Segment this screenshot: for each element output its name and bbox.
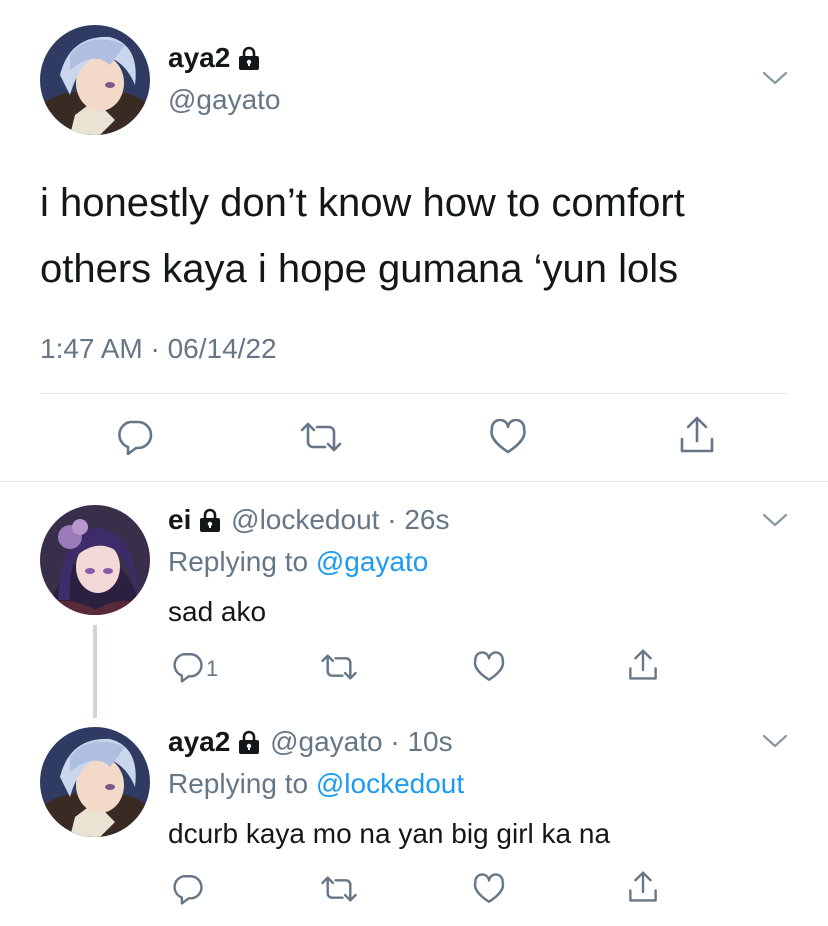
lock-icon: [197, 507, 223, 539]
chevron-down-icon[interactable]: [762, 70, 788, 91]
handle[interactable]: @gayato: [168, 84, 281, 116]
avatar-aya2-reply[interactable]: [40, 727, 150, 837]
chevron-down-icon[interactable]: [762, 512, 788, 533]
reply-icon[interactable]: [170, 651, 204, 688]
reply-icon[interactable]: [114, 419, 154, 460]
replying-to-label: Replying to: [168, 768, 309, 799]
divider: [40, 393, 788, 394]
timestamp: · 10s: [390, 726, 453, 757]
share-icon[interactable]: [627, 870, 659, 909]
reply-icon[interactable]: [170, 873, 204, 910]
reply-text: sad ako: [168, 596, 267, 627]
tweet-text-line-2: others kaya i hope gumana ‘yun lols: [40, 247, 679, 291]
replying-to: Replying to @lockedout: [168, 768, 464, 800]
timestamp[interactable]: 1:47 AM · 06/14/22: [40, 333, 277, 365]
replying-to-label: Replying to: [168, 546, 309, 577]
heart-icon[interactable]: [488, 418, 528, 460]
divider: [0, 481, 828, 482]
reply-count: 1: [206, 656, 219, 681]
timestamp: · 26s: [387, 504, 450, 535]
display-name-text[interactable]: aya2: [168, 42, 230, 73]
replying-to-link[interactable]: @lockedout: [316, 768, 464, 799]
heart-icon[interactable]: [472, 651, 506, 688]
replying-to-link[interactable]: @gayato: [316, 546, 429, 577]
handle[interactable]: @gayato: [270, 726, 383, 757]
thread-line: [93, 625, 97, 718]
share-icon[interactable]: [678, 415, 716, 460]
handle[interactable]: @lockedout: [231, 504, 379, 535]
reply-header: aya2 @gayato · 10s: [168, 726, 453, 761]
chevron-down-icon[interactable]: [762, 733, 788, 754]
reply-text: dcurb kaya mo na yan big girl ka na: [168, 818, 611, 849]
display-name[interactable]: aya2: [168, 42, 262, 77]
retweet-icon[interactable]: [298, 421, 344, 458]
avatar-ei[interactable]: [40, 505, 150, 615]
tweet-text-line-1: i honestly don’t know how to comfort: [40, 181, 685, 225]
avatar-aya2-main[interactable]: [40, 25, 150, 135]
retweet-icon[interactable]: [319, 653, 359, 686]
display-name[interactable]: aya2: [168, 726, 230, 757]
heart-icon[interactable]: [472, 873, 506, 910]
lock-icon: [236, 45, 262, 77]
display-name[interactable]: ei: [168, 504, 191, 535]
replying-to: Replying to @gayato: [168, 546, 428, 578]
lock-icon: [236, 729, 262, 761]
tweet-text: i honestly don’t know how to comfort oth…: [40, 170, 685, 302]
share-icon[interactable]: [627, 648, 659, 687]
retweet-icon[interactable]: [319, 875, 359, 908]
reply-header: ei @lockedout · 26s: [168, 504, 449, 539]
